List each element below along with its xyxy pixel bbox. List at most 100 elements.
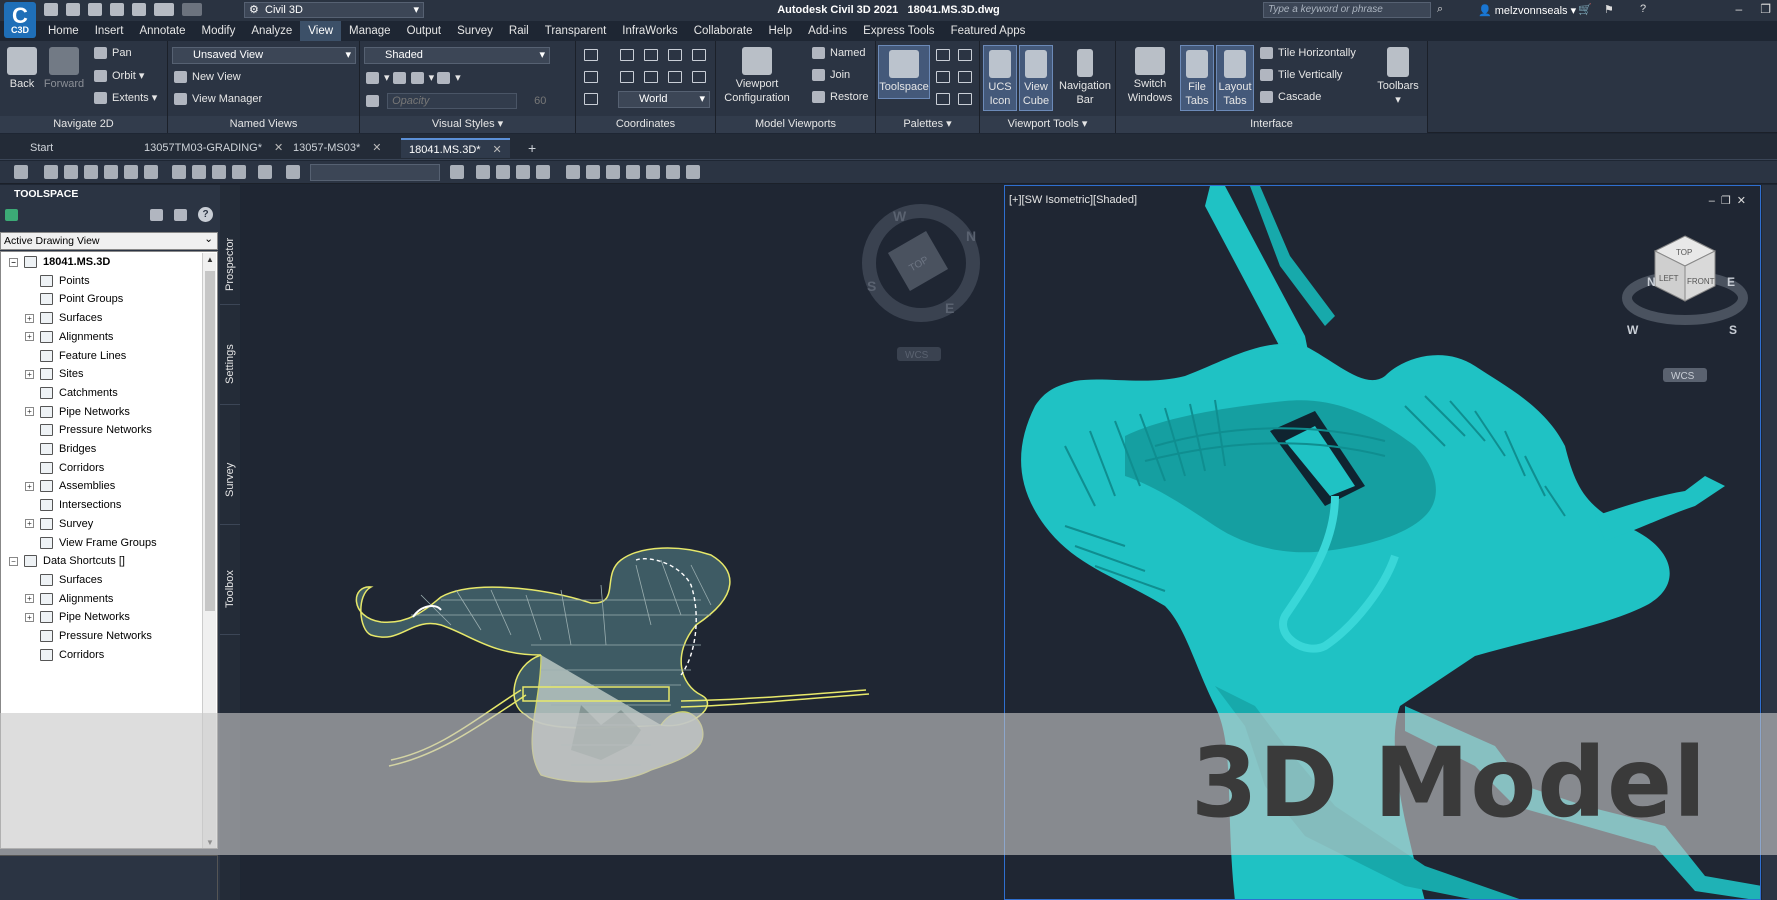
open-icon[interactable] <box>66 3 80 16</box>
tree-item-surfaces[interactable]: + Surfaces <box>25 309 102 327</box>
expand-icon[interactable]: + <box>25 332 34 342</box>
extents-button[interactable]: Extents ▾ <box>94 91 157 105</box>
visual-style-select[interactable]: Shaded <box>364 47 550 64</box>
join-button[interactable]: Join <box>812 69 850 82</box>
view-tool-icon[interactable] <box>172 165 186 179</box>
tree-item-bridges[interactable]: Bridges <box>25 440 96 458</box>
view-tool-icon[interactable] <box>64 165 78 179</box>
tree-item-surfaces[interactable]: Surfaces <box>25 571 102 589</box>
tree-view-icon[interactable] <box>150 209 163 221</box>
menu-tab-survey[interactable]: Survey <box>449 21 501 41</box>
tree-item-pressure-networks[interactable]: Pressure Networks <box>25 421 152 439</box>
autodesk-app-icon[interactable]: ⚑ <box>1604 3 1614 16</box>
app-logo[interactable]: C3D <box>4 0 36 44</box>
cascade-button[interactable]: Cascade <box>1260 91 1321 104</box>
maximize-icon[interactable]: ❐ <box>1721 195 1737 207</box>
toolspace-tab-settings[interactable]: Settings <box>220 325 240 405</box>
ucs-object-icon[interactable] <box>692 49 706 61</box>
named-viewports-button[interactable]: Named <box>812 47 865 60</box>
view-tool-icon[interactable] <box>286 165 300 179</box>
view-tool-icon[interactable] <box>450 165 464 179</box>
view-tool-icon[interactable] <box>104 165 118 179</box>
toolbars-button[interactable]: Toolbars ▾ <box>1372 43 1424 107</box>
new-icon[interactable] <box>44 3 58 16</box>
user-menu[interactable]: 👤 melzvonnseals ▾ <box>1478 4 1576 17</box>
opacity-slider[interactable]: Opacity 60 <box>366 93 566 110</box>
menu-tab-infraworks[interactable]: InfraWorks <box>614 21 685 41</box>
tile-horizontally-button[interactable]: Tile Horizontally <box>1260 47 1356 60</box>
expand-icon[interactable]: + <box>25 481 34 491</box>
save-as-icon[interactable] <box>110 3 124 16</box>
expand-icon[interactable]: + <box>25 612 34 622</box>
viewcube-compass[interactable]: N E S W TOP <box>862 204 980 322</box>
view-tool-icon[interactable] <box>232 165 246 179</box>
panel-label-visual-styles[interactable]: Visual Styles ▾ <box>360 116 575 133</box>
expand-icon[interactable]: + <box>25 369 34 379</box>
view-manager-button[interactable]: View Manager <box>174 93 262 106</box>
view-tool-icon[interactable] <box>258 165 272 179</box>
toolspace-button[interactable]: Toolspace <box>878 45 930 99</box>
view-cube-toggle[interactable]: View Cube <box>1019 45 1053 111</box>
toolspace-tab-survey[interactable]: Survey <box>220 435 240 525</box>
ucs-previous-icon[interactable] <box>584 93 598 105</box>
menu-tab-insert[interactable]: Insert <box>87 21 132 41</box>
view-tool-icon[interactable] <box>476 165 490 179</box>
ucs-origin-icon[interactable] <box>644 49 658 61</box>
item-view-icon[interactable] <box>174 209 187 221</box>
view-tool-icon[interactable] <box>14 165 28 179</box>
menu-tab-view[interactable]: View <box>300 21 342 41</box>
tree-item-survey[interactable]: + Survey <box>25 515 93 533</box>
view-tool-icon[interactable] <box>124 165 138 179</box>
tab-13057tm03-grading[interactable]: 13057TM03-GRADING* ✕ <box>136 138 291 158</box>
toolspace-tab-prospector[interactable]: Prospector <box>220 225 240 305</box>
view-tool-icon[interactable] <box>626 165 640 179</box>
ucs-view-icon[interactable] <box>668 49 682 61</box>
properties-icon[interactable] <box>936 49 950 61</box>
tree-item-view-frame-groups[interactable]: View Frame Groups <box>25 534 157 552</box>
ucs-face-icon[interactable] <box>584 71 598 83</box>
tree-item-data-shortcuts[interactable]: − Data Shortcuts [] <box>9 552 125 570</box>
menu-tab-transparent[interactable]: Transparent <box>537 21 615 41</box>
view-tool-icon[interactable] <box>686 165 700 179</box>
expand-icon[interactable]: − <box>9 257 18 267</box>
markup-icon[interactable] <box>958 93 972 105</box>
tab-13057-ms03[interactable]: 13057-MS03* ✕ <box>285 138 390 158</box>
workspace-select[interactable]: Civil 3D <box>244 2 424 18</box>
tree-item-corridors[interactable]: Corridors <box>25 459 104 477</box>
expand-icon[interactable]: + <box>25 313 34 323</box>
menu-tab-express-tools[interactable]: Express Tools <box>855 21 942 41</box>
view-tool-icon[interactable] <box>84 165 98 179</box>
expand-icon[interactable]: − <box>9 556 18 566</box>
print-icon[interactable] <box>132 3 146 16</box>
tree-item-points[interactable]: Points <box>25 272 90 290</box>
tree-item-18041-ms-3d[interactable]: − 18041.MS.3D <box>9 253 110 271</box>
menu-tab-rail[interactable]: Rail <box>501 21 537 41</box>
minimize-icon[interactable]: – <box>1736 2 1743 16</box>
restore-icon[interactable]: ❐ <box>1760 2 1771 16</box>
back-button[interactable]: Back <box>4 43 40 91</box>
forward-button[interactable]: Forward <box>42 43 86 91</box>
tree-item-pipe-networks[interactable]: + Pipe Networks <box>25 608 130 626</box>
menu-tab-collaborate[interactable]: Collaborate <box>686 21 761 41</box>
menu-tab-annotate[interactable]: Annotate <box>131 21 193 41</box>
search-input[interactable]: Type a keyword or phrase <box>1263 2 1431 18</box>
close-icon[interactable]: ✕ <box>1737 195 1752 207</box>
close-icon[interactable]: ✕ <box>372 142 381 154</box>
view-tool-icon[interactable] <box>606 165 620 179</box>
new-tab-button[interactable]: + <box>520 138 544 158</box>
ucs-y-icon[interactable] <box>668 71 682 83</box>
layer-combo[interactable] <box>310 164 440 181</box>
ucs-z-icon[interactable] <box>692 71 706 83</box>
tree-item-sites[interactable]: + Sites <box>25 365 83 383</box>
tree-item-pressure-networks[interactable]: Pressure Networks <box>25 627 152 645</box>
ucs-x-icon[interactable] <box>644 71 658 83</box>
restore-button[interactable]: Restore <box>812 91 869 104</box>
search-icon[interactable]: ⌕ <box>1437 3 1443 16</box>
tool-palettes-icon[interactable] <box>936 71 950 83</box>
viewport-controls-label[interactable]: [+][SW Isometric][Shaded] <box>1009 194 1137 206</box>
tile-vertically-button[interactable]: Tile Vertically <box>1260 69 1342 82</box>
tree-item-pipe-networks[interactable]: + Pipe Networks <box>25 403 130 421</box>
help-icon[interactable]: ? <box>1640 3 1646 15</box>
new-view-button[interactable]: New View <box>174 71 241 84</box>
undo-icon[interactable] <box>154 3 174 16</box>
